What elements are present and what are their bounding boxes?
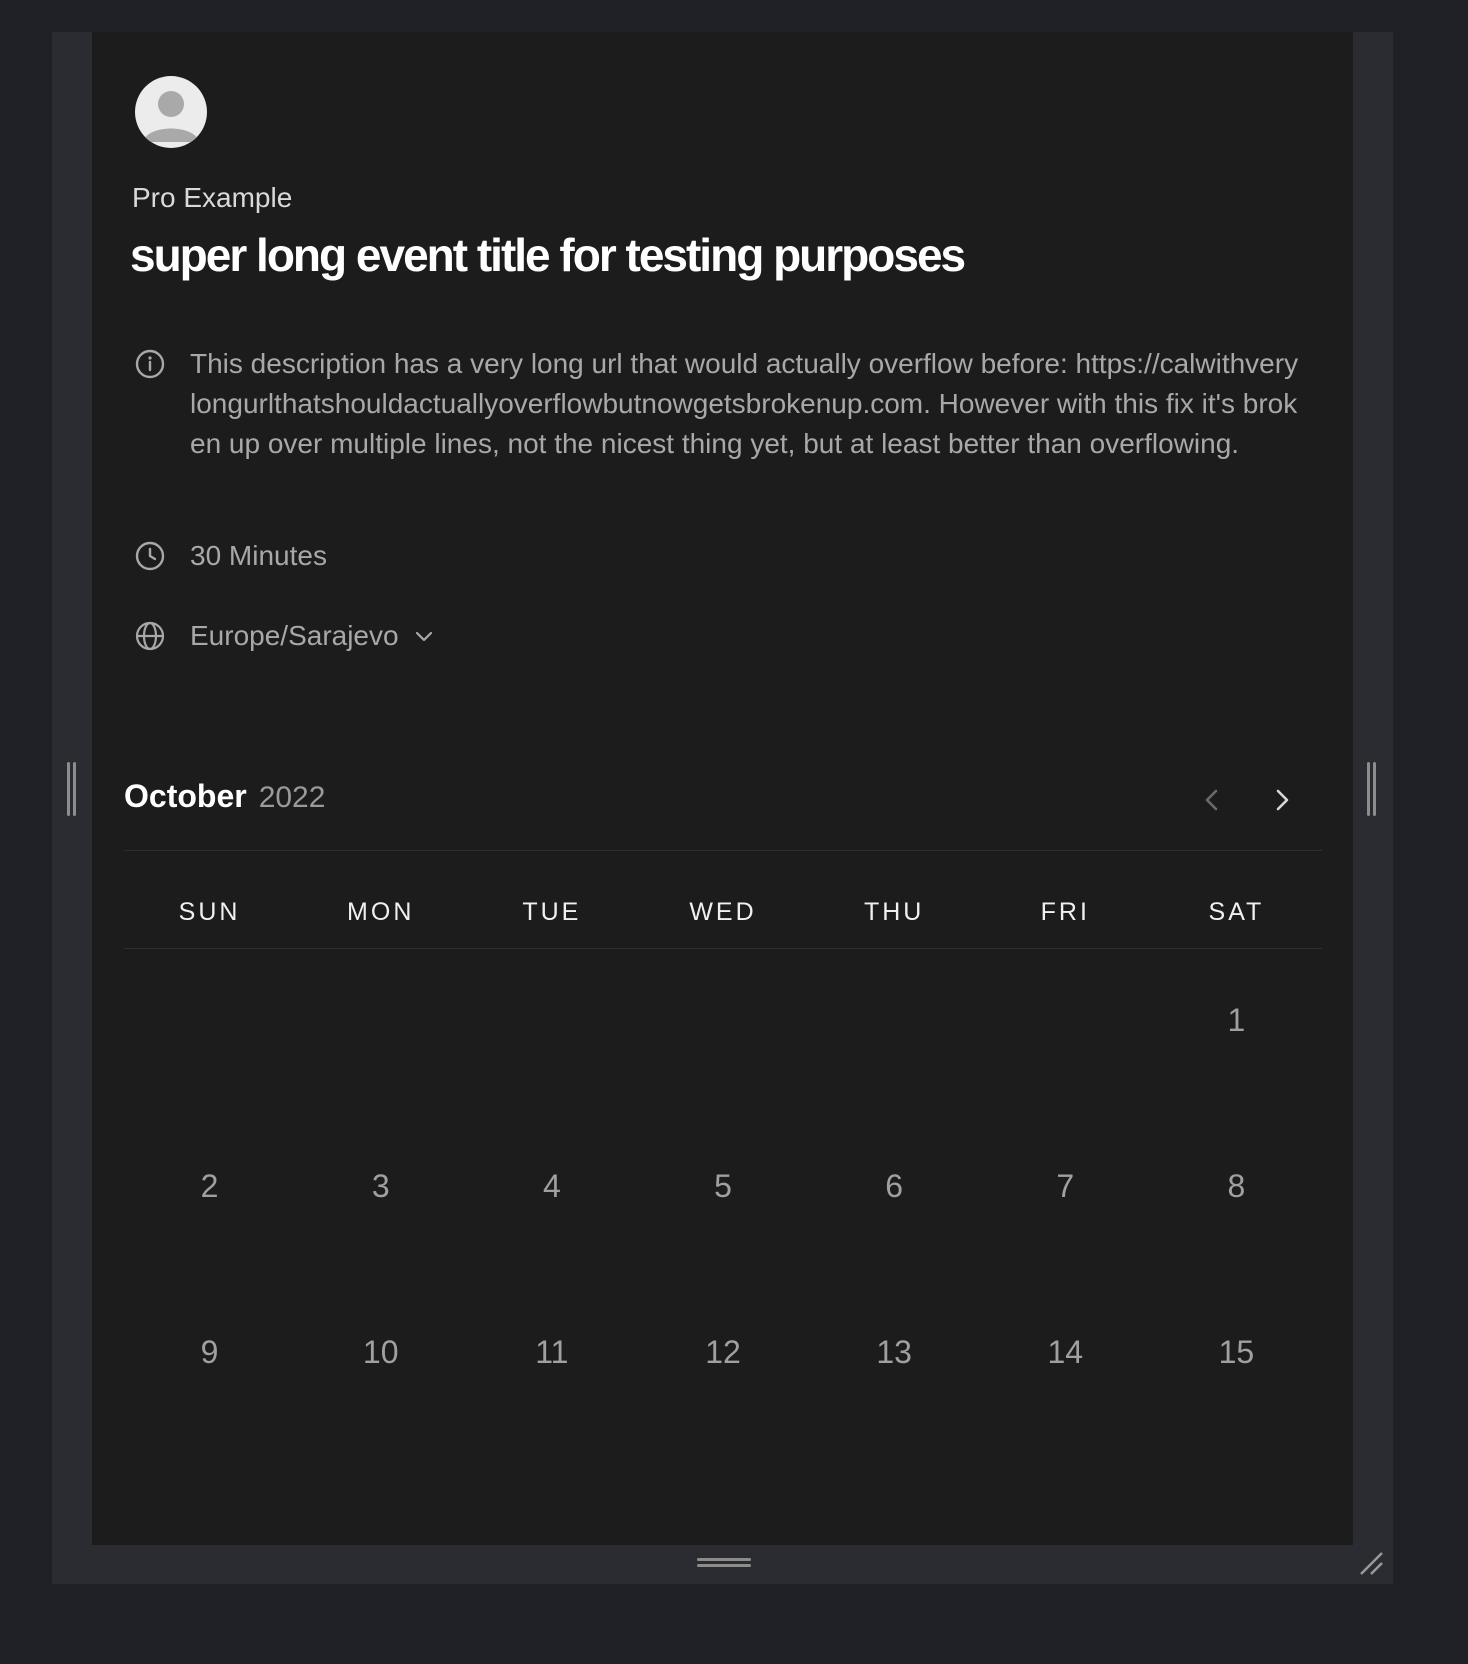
info-icon (135, 349, 165, 379)
clock-icon (135, 541, 165, 571)
weekday-label: FRI (1040, 898, 1090, 926)
calendar-day: 10 (362, 1334, 399, 1370)
calendar-year: 2022 (258, 781, 326, 814)
calendar-divider (124, 948, 1322, 949)
description-row: This description has a very long url tha… (134, 344, 1300, 464)
user-avatar-icon (135, 76, 207, 148)
calendar-header: October 2022 (124, 778, 325, 815)
chevron-down-icon[interactable] (413, 625, 435, 647)
globe-icon (135, 621, 165, 651)
calendar-day: 7 (1056, 1168, 1075, 1204)
calendar-day: 3 (371, 1168, 390, 1204)
timezone-value[interactable]: Europe/Sarajevo (190, 616, 399, 656)
event-description: This description has a very long url tha… (190, 348, 1299, 459)
chevron-left-icon[interactable] (1196, 784, 1228, 816)
calendar-day: 6 (885, 1168, 904, 1204)
booking-panel: Pro Example super long event title for t… (92, 32, 1353, 1545)
timezone-selector[interactable]: Europe/Sarajevo (134, 616, 435, 656)
calendar-day: 14 (1047, 1334, 1084, 1370)
calendar-day: 4 (542, 1168, 561, 1204)
event-title: super long event title for testing purpo… (130, 229, 966, 281)
resize-handle-left[interactable] (66, 762, 78, 816)
weekday-label: SUN (178, 898, 241, 926)
weekday-label: THU (863, 898, 925, 926)
weekday-row: SUN MON TUE WED THU FRI SAT (124, 898, 1322, 936)
calendar-day: 13 (876, 1334, 912, 1370)
calendar-day: 2 (200, 1168, 219, 1204)
calendar-day: 5 (714, 1168, 732, 1204)
resize-handle-right[interactable] (1366, 762, 1378, 816)
duration-row: 30 Minutes (134, 536, 327, 576)
calendar-day: 12 (705, 1334, 741, 1370)
resize-corner-icon[interactable] (1358, 1550, 1384, 1576)
calendar-day: 15 (1218, 1334, 1255, 1370)
calendar-day-grid: 1 2 3 4 5 6 7 8 9 10 11 12 13 14 15 (124, 1002, 1322, 1522)
organizer-name: Pro Example (132, 182, 293, 213)
weekday-label: WED (689, 898, 757, 926)
weekday-label: SAT (1208, 898, 1265, 926)
calendar-day: 9 (200, 1334, 219, 1370)
calendar-day: 1 (1227, 1002, 1246, 1038)
calendar-divider (124, 850, 1322, 851)
weekday-label: MON (347, 898, 415, 926)
calendar-month: October (124, 778, 247, 814)
weekday-label: TUE (522, 898, 582, 926)
chevron-right-icon[interactable] (1266, 784, 1298, 816)
event-duration: 30 Minutes (190, 540, 327, 571)
calendar-day: 11 (535, 1334, 569, 1370)
calendar-day: 8 (1227, 1168, 1246, 1204)
embed-frame: Pro Example super long event title for t… (52, 32, 1393, 1584)
resize-handle-bottom[interactable] (697, 1558, 751, 1568)
